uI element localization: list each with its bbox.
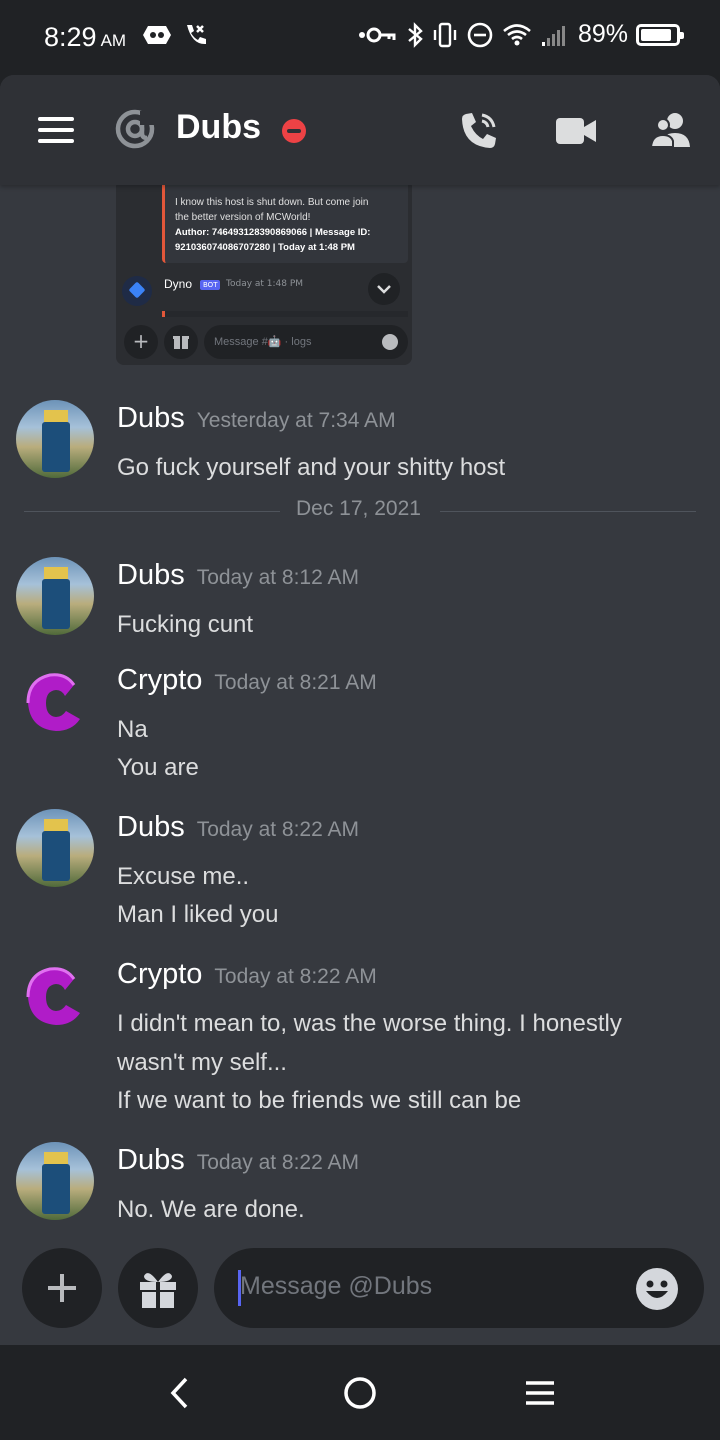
divider-line-left	[24, 511, 280, 512]
dyno-timestamp: Today at 1:48 PM	[226, 279, 304, 289]
message-timestamp: Today at 8:22 AM	[214, 965, 377, 988]
embed-author-line: Author: 746493128390869066 | Message ID:	[175, 227, 371, 238]
avatar[interactable]	[16, 557, 94, 635]
message-list[interactable]: I know this host is shut down. But come …	[0, 185, 720, 1247]
author-name[interactable]: Crypto	[117, 958, 202, 990]
home-icon[interactable]	[340, 1375, 380, 1411]
divider-line-right	[440, 511, 696, 512]
message-text: Fucking cunt	[117, 611, 254, 638]
message-timestamp: Today at 8:22 AM	[196, 1151, 359, 1174]
message-composer: Message @Dubs	[0, 1247, 720, 1345]
message-author[interactable]: Dubs Yesterday at 7:34 AM	[117, 402, 396, 435]
image-attachment[interactable]: I know this host is shut down. But come …	[116, 185, 412, 365]
avatar[interactable]	[16, 809, 94, 887]
discord-notification-icon	[143, 26, 171, 44]
message-author[interactable]: Crypto Today at 8:21 AM	[117, 664, 377, 697]
message-text: You are	[117, 754, 199, 781]
battery-fill	[641, 28, 671, 41]
message-author[interactable]: Dubs Today at 8:22 AM	[117, 1144, 359, 1177]
embed-text-line: the better version of MCWorld!	[175, 212, 311, 223]
embed-author-line: 921036074086707280 | Today at 1:48 PM	[175, 242, 355, 253]
author-name[interactable]: Dubs	[117, 402, 185, 434]
message-input-placeholder: Message @Dubs	[240, 1272, 433, 1300]
dnd-status-icon	[282, 119, 306, 143]
message-timestamp: Today at 8:22 AM	[196, 818, 359, 841]
embedded-log-card: I know this host is shut down. But come …	[162, 185, 408, 263]
gift-icon[interactable]	[118, 1248, 198, 1328]
status-bar: 8:29 AM 89%	[0, 0, 720, 75]
wifi-icon	[503, 23, 531, 45]
vpn-key-icon	[358, 27, 396, 42]
system-status-icons: 89%	[358, 20, 684, 49]
bot-tag: BOT	[200, 280, 221, 290]
mini-plus-icon: +	[124, 325, 158, 359]
dnd-mode-icon	[467, 22, 493, 47]
mini-message-input: Message #🤖 · logs	[204, 325, 408, 359]
author-name[interactable]: Dubs	[117, 1144, 185, 1176]
message-text: wasn't my self...	[117, 1049, 287, 1076]
dm-header: Dubs	[0, 75, 720, 185]
signal-icon	[541, 25, 565, 46]
vibrate-icon	[433, 22, 457, 47]
mini-input-placeholder: Message #🤖 · logs	[214, 336, 312, 348]
author-name[interactable]: Dubs	[117, 559, 185, 591]
recents-icon[interactable]	[520, 1375, 560, 1411]
embed-divider	[162, 311, 408, 317]
embed-text-line: I know this host is shut down. But come …	[175, 197, 369, 208]
message-author[interactable]: Crypto Today at 8:22 AM	[117, 958, 377, 991]
avatar[interactable]	[16, 957, 94, 1035]
message-text: If we want to be friends we still can be	[117, 1087, 522, 1114]
battery-icon	[636, 23, 684, 46]
message-text: No. We are done.	[117, 1196, 305, 1223]
status-time-ampm: AM	[100, 31, 127, 50]
author-name[interactable]: Crypto	[117, 664, 202, 696]
message-timestamp: Yesterday at 7:34 AM	[196, 409, 396, 432]
video-call-icon[interactable]	[555, 111, 597, 151]
avatar[interactable]	[16, 663, 94, 741]
emoji-icon[interactable]	[636, 1268, 678, 1310]
avatar[interactable]	[16, 1142, 94, 1220]
date-divider-text: Dec 17, 2021	[296, 497, 421, 520]
message-timestamp: Today at 8:21 AM	[214, 671, 377, 694]
discord-app: Dubs I know this host is shut down. But …	[0, 75, 720, 1345]
message-author[interactable]: Dubs Today at 8:12 AM	[117, 559, 359, 592]
missed-call-icon	[187, 25, 206, 45]
message-author[interactable]: Dubs Today at 8:22 AM	[117, 811, 359, 844]
android-nav-bar	[0, 1345, 720, 1440]
message-text: Go fuck yourself and your shitty host	[117, 454, 506, 481]
header-title: Dubs	[176, 108, 261, 146]
notification-icons	[142, 22, 208, 48]
chevron-down-icon	[368, 273, 400, 305]
author-name[interactable]: Dubs	[117, 811, 185, 843]
back-icon[interactable]	[160, 1375, 200, 1411]
plus-icon[interactable]	[22, 1248, 102, 1328]
message-text: Excuse me..	[117, 863, 250, 890]
members-icon[interactable]	[650, 111, 692, 151]
date-divider: Dec 17, 2021	[24, 497, 696, 527]
message-input[interactable]: Message @Dubs	[214, 1248, 704, 1328]
message-text: Na	[117, 716, 148, 743]
message-text: I didn't mean to, was the worse thing. I…	[117, 1010, 622, 1037]
bluetooth-icon	[408, 21, 423, 48]
at-icon	[115, 109, 155, 149]
message-text: Man I liked you	[117, 901, 279, 928]
dyno-name: Dyno	[164, 277, 193, 291]
avatar[interactable]	[16, 400, 94, 478]
message-timestamp: Today at 8:12 AM	[196, 566, 359, 589]
status-time-value: 8:29	[44, 22, 97, 52]
voice-call-icon[interactable]	[458, 111, 500, 151]
hamburger-menu-icon[interactable]	[38, 117, 74, 143]
dyno-avatar	[122, 276, 152, 306]
status-time: 8:29 AM	[44, 22, 126, 53]
battery-percent: 89%	[577, 20, 628, 48]
mini-gift-icon	[164, 325, 198, 359]
mini-emoji-icon	[382, 334, 398, 350]
